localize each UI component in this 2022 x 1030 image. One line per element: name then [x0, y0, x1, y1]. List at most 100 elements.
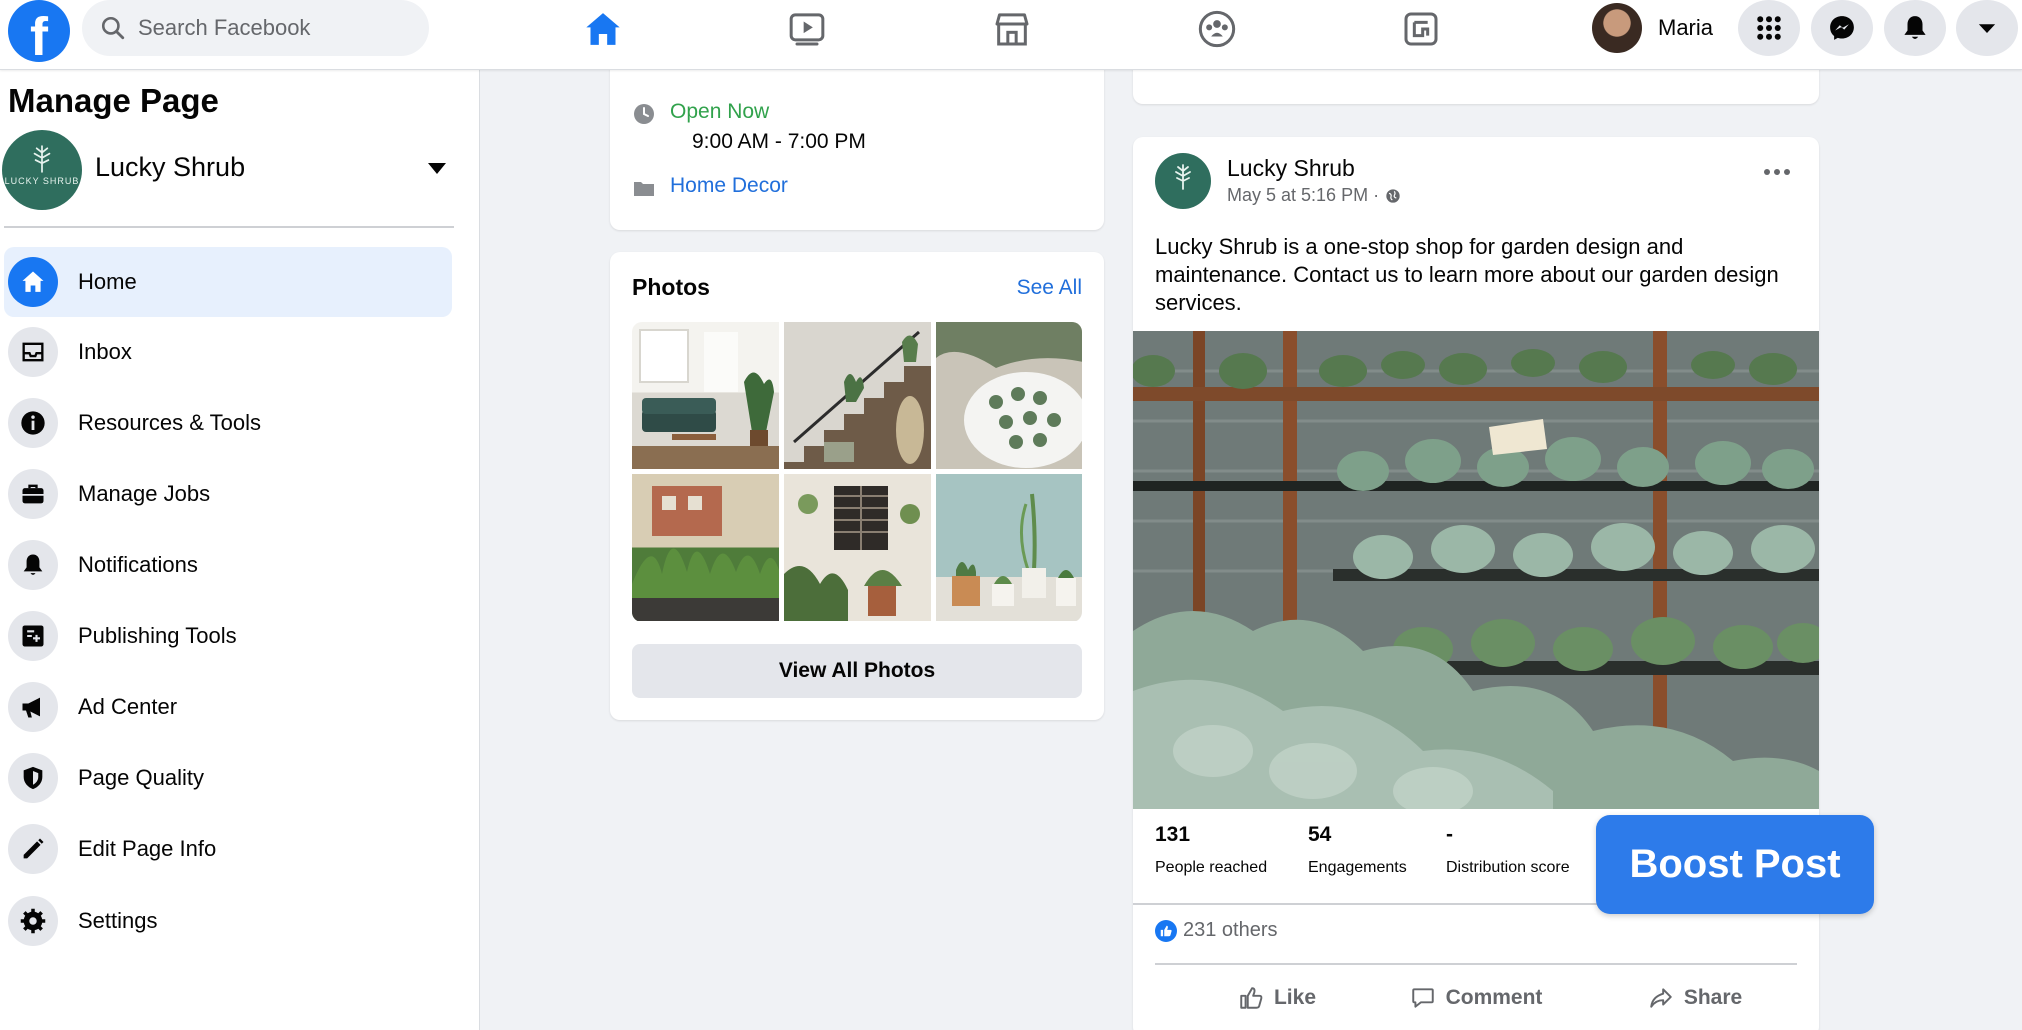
nav-gaming-button[interactable]: [1396, 4, 1446, 54]
post-image[interactable]: [1133, 331, 1819, 809]
info-icon: [8, 398, 58, 448]
inbox-icon: [8, 327, 58, 377]
stat-value: 54: [1308, 823, 1332, 846]
photo-thumbnail[interactable]: [784, 474, 931, 621]
nav-home-button[interactable]: [578, 4, 628, 54]
like-label: Like: [1273, 986, 1317, 1009]
comment-label: Comment: [1445, 986, 1543, 1009]
see-all-photos-link[interactable]: See All: [1017, 276, 1082, 300]
page-avatar: LUCKY SHRUB: [2, 130, 82, 210]
marketplace-icon: [995, 13, 1029, 46]
menu-button[interactable]: [1738, 0, 1800, 56]
sidebar-item-label: Notifications: [78, 552, 198, 577]
messenger-icon: [1830, 16, 1854, 40]
photo-staircase: [784, 330, 931, 469]
business-hours: 9:00 AM - 7:00 PM: [692, 130, 866, 153]
sidebar-item-home[interactable]: Home: [4, 247, 452, 317]
stat-value: -: [1446, 823, 1453, 846]
post-author-avatar[interactable]: [1155, 153, 1211, 209]
reactions-summary[interactable]: 231 others: [1155, 919, 1278, 942]
globe-icon: [1386, 188, 1400, 203]
nav-watch-button[interactable]: [782, 4, 832, 54]
sidebar-item-inbox[interactable]: Inbox: [4, 317, 452, 387]
facebook-logo-icon[interactable]: f: [8, 0, 70, 62]
notifications-button[interactable]: [1884, 0, 1946, 56]
sidebar-item-manage-jobs[interactable]: Manage Jobs: [4, 459, 452, 529]
post-author-name[interactable]: Lucky Shrub: [1227, 155, 1355, 182]
sidebar-item-label: Publishing Tools: [78, 623, 237, 648]
photos-title: Photos: [632, 274, 710, 300]
stat-label: People reached: [1155, 859, 1268, 876]
sidebar-item-label: Home: [78, 269, 137, 294]
reactions-count: 231 others: [1183, 919, 1278, 941]
search-icon: [101, 16, 125, 40]
comment-button[interactable]: Comment: [1406, 973, 1546, 1023]
sidebar-item-notifications[interactable]: Notifications: [4, 530, 452, 600]
account-button[interactable]: [1956, 0, 2018, 56]
sidebar-title: Manage Page: [8, 82, 219, 119]
sidebar-item-settings[interactable]: Settings: [4, 886, 452, 956]
share-label: Share: [1683, 986, 1743, 1009]
page-name: Lucky Shrub: [95, 152, 246, 182]
caret-down-icon: [1978, 24, 1996, 33]
share-button[interactable]: Share: [1640, 973, 1750, 1023]
view-all-photos-button[interactable]: View All Photos: [632, 644, 1082, 698]
sidebar-item-page-quality[interactable]: Page Quality: [4, 743, 452, 813]
sidebar-item-publishing-tools[interactable]: Publishing Tools: [4, 601, 452, 671]
post-time-text[interactable]: May 5 at 5:16 PM ·: [1227, 185, 1379, 206]
profile-button[interactable]: Maria: [1592, 2, 1713, 54]
manage-page-sidebar: Manage Page LUCKY SHRUB Lucky Shrub Home…: [0, 70, 480, 1030]
search-input[interactable]: [138, 15, 408, 41]
sidebar-item-label: Inbox: [78, 339, 132, 364]
nav-marketplace-button[interactable]: [987, 4, 1037, 54]
photo-thumbnail[interactable]: [632, 474, 779, 621]
home-icon: [586, 13, 620, 45]
bell-icon: [8, 540, 58, 590]
top-navigation-bar: f Maria: [0, 0, 2022, 70]
category-row: Home Decor: [632, 174, 788, 200]
briefcase-icon: [8, 469, 58, 519]
caret-down-icon[interactable]: [428, 163, 446, 174]
page-switcher[interactable]: LUCKY SHRUB Lucky Shrub: [2, 130, 460, 210]
divider: [1155, 963, 1797, 965]
stat-label: Engagements: [1308, 859, 1407, 876]
publishing-icon: [8, 611, 58, 661]
more-options-icon[interactable]: [1763, 167, 1791, 177]
stat-value: 131: [1155, 823, 1191, 846]
megaphone-icon: [8, 682, 58, 732]
home-icon: [8, 257, 58, 307]
sidebar-item-resources[interactable]: Resources & Tools: [4, 388, 452, 458]
gaming-icon: [1404, 12, 1438, 46]
search-box[interactable]: [82, 0, 429, 56]
nav-groups-button[interactable]: [1192, 4, 1242, 54]
photo-thumbnail[interactable]: [936, 474, 1082, 621]
hours-row: Open Now 9:00 AM - 7:00 PM: [632, 100, 866, 153]
grid-menu-icon: [1757, 16, 1781, 40]
share-icon: [1650, 988, 1672, 1008]
photo-grid: [632, 322, 1082, 622]
post-text: Lucky Shrub is a one-stop shop for garde…: [1155, 234, 1779, 315]
succulent-shelf-photo: [1133, 331, 1819, 809]
photo-wall-window: [784, 486, 920, 621]
sidebar-item-edit-page-info[interactable]: Edit Page Info: [4, 814, 452, 884]
page-logo-text: LUCKY SHRUB: [4, 176, 80, 186]
boost-post-button[interactable]: Boost Post: [1596, 815, 1874, 914]
photo-thumbnail[interactable]: [632, 322, 779, 469]
comment-icon: [1411, 988, 1434, 1008]
photo-thumbnail[interactable]: [936, 322, 1082, 469]
stat-label: Distribution score: [1446, 859, 1570, 876]
plant-logo-icon: [1175, 164, 1191, 190]
category-link[interactable]: Home Decor: [670, 174, 788, 198]
sidebar-item-label: Settings: [78, 908, 158, 933]
like-button[interactable]: Like: [1217, 973, 1337, 1023]
photo-succulent-tray: [936, 322, 1082, 468]
photo-thumbnail[interactable]: [784, 322, 931, 469]
sidebar-item-ad-center[interactable]: Ad Center: [4, 672, 452, 742]
gear-icon: [8, 896, 58, 946]
sidebar-item-label: Edit Page Info: [78, 836, 217, 861]
messenger-button[interactable]: [1811, 0, 1873, 56]
video-icon: [789, 13, 825, 46]
photo-window-box: [632, 486, 779, 621]
bell-icon: [1904, 16, 1926, 39]
sidebar-item-label: Manage Jobs: [78, 481, 211, 506]
